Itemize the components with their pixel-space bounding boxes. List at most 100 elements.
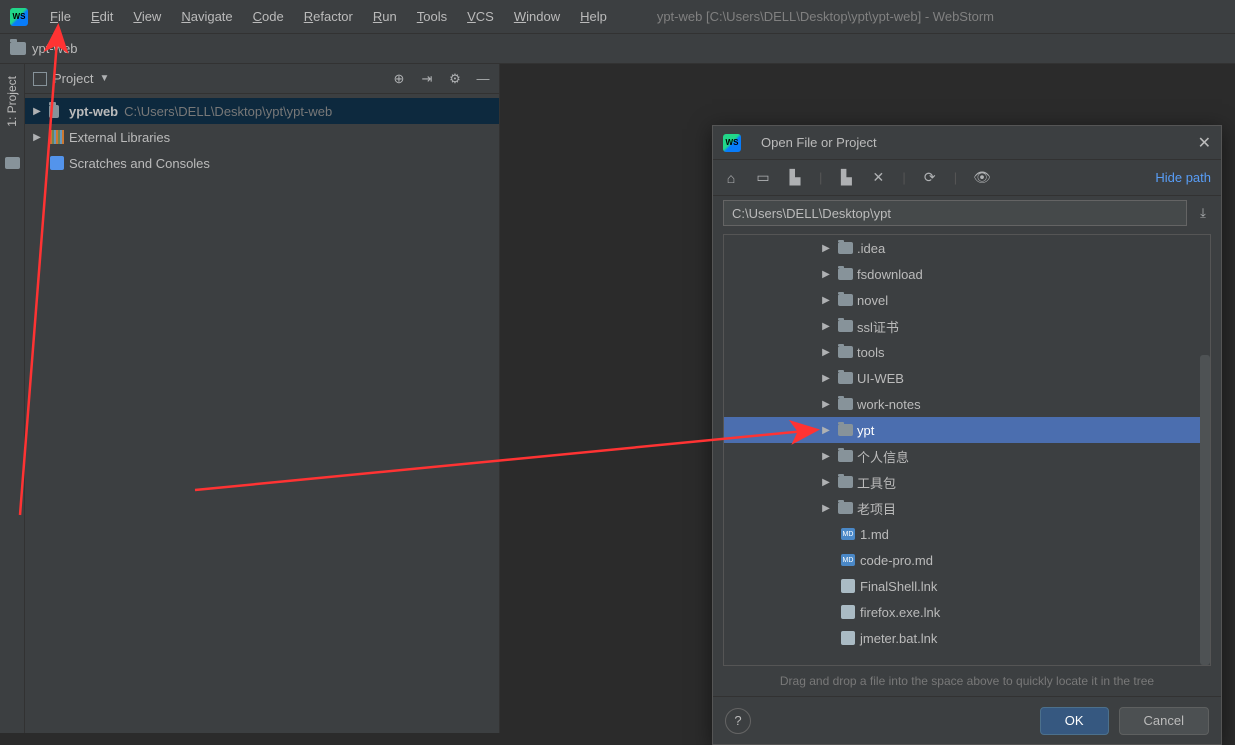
- folder-icon: [10, 42, 26, 55]
- dialog-file-tree[interactable]: ▶ .idea ▶ fsdownload ▶ novel ▶ ssl证书 ▶tools▶UI-W…: [723, 234, 1211, 666]
- tree-collapse-arrow[interactable]: ▶: [819, 269, 833, 280]
- shortcut-icon: [841, 579, 855, 593]
- dialog-tree-item[interactable]: firefox.exe.lnk: [724, 599, 1210, 625]
- dialog-tree-item[interactable]: ▶ ssl证书: [724, 313, 1210, 339]
- dialog-tree-item[interactable]: ▶ ypt: [724, 417, 1210, 443]
- webstorm-icon: WS: [10, 8, 28, 26]
- dialog-tree-item[interactable]: ▶UI-WEB: [724, 365, 1210, 391]
- tree-item-label: ypt: [857, 423, 874, 438]
- tree-collapse-arrow[interactable]: ▶: [819, 399, 833, 410]
- folder-icon: [838, 450, 853, 462]
- scratches-consoles[interactable]: Scratches and Consoles: [25, 150, 499, 176]
- delete-icon[interactable]: ✕: [870, 169, 886, 186]
- menu-refactor[interactable]: Refactor: [294, 5, 363, 28]
- open-file-dialog: WS Open File or Project ✕ ⌂ ▭ ▙ | ▙ ✕ | …: [712, 125, 1222, 745]
- tree-collapse-arrow[interactable]: ▶: [819, 347, 833, 358]
- tree-collapse-arrow[interactable]: ▶: [819, 425, 833, 436]
- tree-collapse-arrow[interactable]: ▶: [819, 503, 833, 514]
- dialog-tree-item[interactable]: jmeter.bat.lnk: [724, 625, 1210, 651]
- tree-item-label: novel: [857, 293, 888, 308]
- menu-run[interactable]: Run: [363, 5, 407, 28]
- menu-vcs[interactable]: VCS: [457, 5, 504, 28]
- tree-item-label: fsdownload: [857, 267, 923, 282]
- tree-item-label: ssl证书: [857, 317, 899, 336]
- dialog-tree-item[interactable]: ▶ .idea: [724, 235, 1210, 261]
- external-libraries[interactable]: ▶ External Libraries: [25, 124, 499, 150]
- tree-root[interactable]: ▶ ypt-web C:\Users\DELL\Desktop\ypt\ypt-…: [25, 98, 499, 124]
- menu-edit[interactable]: Edit: [81, 5, 123, 28]
- show-hidden-icon[interactable]: 👁: [973, 169, 989, 186]
- tree-collapse-arrow[interactable]: ▶: [819, 321, 833, 332]
- help-button[interactable]: ?: [725, 708, 751, 734]
- tree-item-label: .idea: [857, 241, 885, 256]
- new-folder-icon[interactable]: ▙: [838, 169, 854, 186]
- dialog-tree-item[interactable]: FinalShell.lnk: [724, 573, 1210, 599]
- project-panel-header: Project ▼ ⊕ ⇥ ⚙ —: [25, 64, 499, 94]
- breadcrumb: ypt-web: [0, 34, 1235, 64]
- tree-collapse-arrow[interactable]: ▶: [819, 451, 833, 462]
- project-panel-title[interactable]: Project: [53, 71, 93, 86]
- path-history-icon[interactable]: ⤓: [1195, 205, 1211, 221]
- dialog-tree-item[interactable]: ▶ novel: [724, 287, 1210, 313]
- hide-icon[interactable]: —: [475, 71, 491, 86]
- menu-file[interactable]: File: [40, 5, 81, 28]
- chevron-down-icon[interactable]: ▼: [99, 73, 109, 84]
- menu-window[interactable]: Window: [504, 5, 570, 28]
- folder-icon: [838, 502, 853, 514]
- project-dir-icon[interactable]: ▙: [787, 169, 803, 186]
- locate-icon[interactable]: ⊕: [391, 71, 407, 87]
- webstorm-icon: WS: [723, 134, 741, 152]
- tree-root-name: ypt-web: [69, 104, 118, 119]
- folder-icon: [838, 346, 853, 358]
- panel-view-icon[interactable]: [33, 72, 47, 86]
- close-icon[interactable]: ✕: [1198, 133, 1211, 153]
- structure-tool-icon[interactable]: [5, 157, 20, 169]
- tree-collapse-arrow[interactable]: ▶: [819, 295, 833, 306]
- shortcut-icon: [841, 631, 855, 645]
- menu-help[interactable]: Help: [570, 5, 617, 28]
- dialog-tree-item[interactable]: ▶work-notes: [724, 391, 1210, 417]
- folder-icon: [838, 398, 853, 410]
- project-tool-tab[interactable]: 1: Project: [5, 76, 19, 127]
- refresh-icon[interactable]: ⟳: [922, 169, 938, 186]
- menu-navigate[interactable]: Navigate: [171, 5, 242, 28]
- left-gutter: 1: Project: [0, 64, 25, 733]
- drag-hint: Drag and drop a file into the space abov…: [713, 670, 1221, 696]
- dialog-tree-item[interactable]: MD1.md: [724, 521, 1210, 547]
- tree-item-label: 工具包: [857, 473, 896, 492]
- scrollbar[interactable]: [1200, 355, 1210, 665]
- folder-icon: [838, 242, 853, 254]
- menu-view[interactable]: View: [123, 5, 171, 28]
- dialog-title-bar: WS Open File or Project ✕: [713, 126, 1221, 160]
- menu-code[interactable]: Code: [243, 5, 294, 28]
- tree-item-label: 个人信息: [857, 447, 909, 466]
- tree-collapse-arrow[interactable]: ▶: [819, 243, 833, 254]
- desktop-icon[interactable]: ▭: [755, 169, 771, 186]
- tree-collapse-arrow[interactable]: ▶: [29, 132, 45, 143]
- dialog-tree-item[interactable]: ▶ 个人信息: [724, 443, 1210, 469]
- tree-collapse-arrow[interactable]: ▶: [29, 106, 45, 117]
- project-tree: ▶ ypt-web C:\Users\DELL\Desktop\ypt\ypt-…: [25, 94, 499, 180]
- home-icon[interactable]: ⌂: [723, 170, 739, 186]
- markdown-icon: MD: [841, 554, 855, 566]
- collapse-icon[interactable]: ⇥: [419, 71, 435, 87]
- dialog-tree-item[interactable]: ▶tools: [724, 339, 1210, 365]
- ok-button[interactable]: OK: [1040, 707, 1109, 735]
- breadcrumb-project[interactable]: ypt-web: [32, 41, 78, 56]
- path-input[interactable]: [723, 200, 1187, 226]
- dialog-tree-item[interactable]: ▶ fsdownload: [724, 261, 1210, 287]
- shortcut-icon: [841, 605, 855, 619]
- dialog-tree-item[interactable]: ▶老项目: [724, 495, 1210, 521]
- dialog-tree-item[interactable]: ▶ 工具包: [724, 469, 1210, 495]
- hide-path-link[interactable]: Hide path: [1155, 170, 1211, 185]
- menu-bar: WS FileEditViewNavigateCodeRefactorRunTo…: [0, 0, 1235, 34]
- menu-tools[interactable]: Tools: [407, 5, 457, 28]
- libraries-icon: [50, 130, 64, 144]
- dialog-tree-item[interactable]: MDcode-pro.md: [724, 547, 1210, 573]
- cancel-button[interactable]: Cancel: [1119, 707, 1209, 735]
- tree-collapse-arrow[interactable]: ▶: [819, 477, 833, 488]
- folder-icon: [838, 476, 853, 488]
- gear-icon[interactable]: ⚙: [447, 71, 463, 87]
- tree-collapse-arrow[interactable]: ▶: [819, 373, 833, 384]
- tree-item-label: firefox.exe.lnk: [860, 605, 940, 620]
